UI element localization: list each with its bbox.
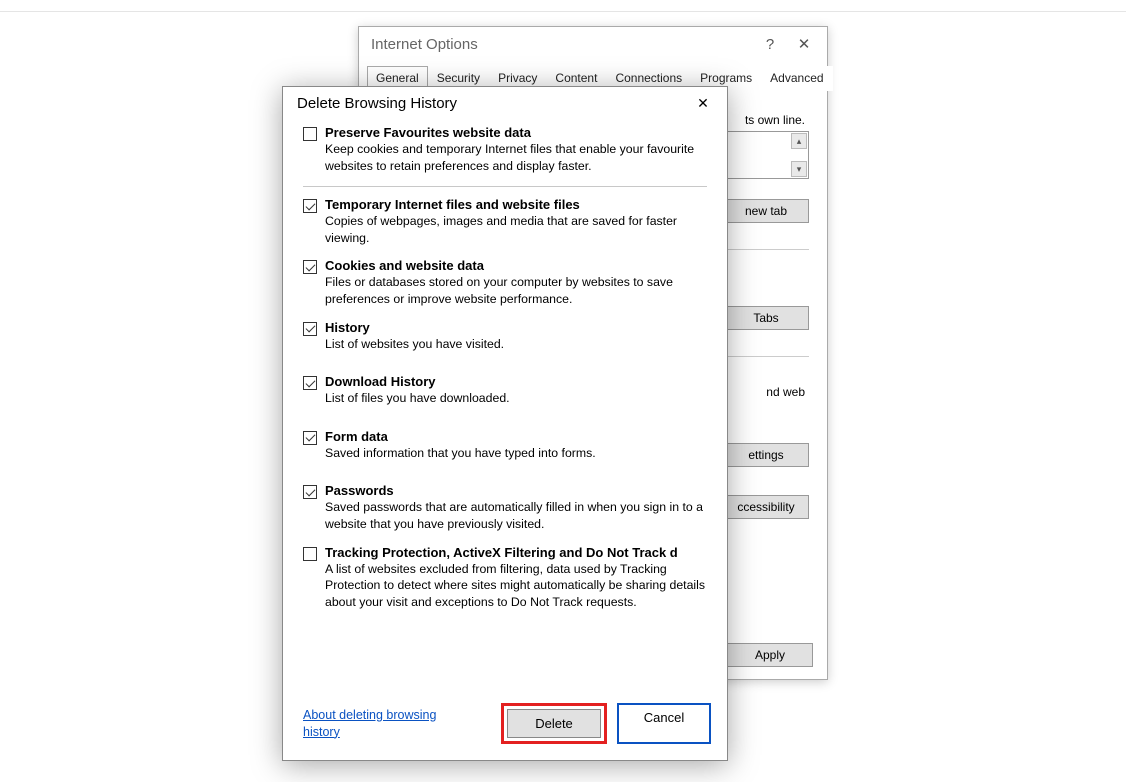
dbh-label: Preserve Favourites website data [325, 125, 707, 140]
checkbox-cookies[interactable] [303, 260, 317, 274]
cancel-button[interactable]: Cancel [617, 703, 711, 744]
checkbox-temp-files[interactable] [303, 199, 317, 213]
divider [303, 186, 707, 187]
checkbox-download-history[interactable] [303, 376, 317, 390]
about-deleting-link[interactable]: About deleting browsing history [303, 707, 463, 741]
dbh-label: Form data [325, 429, 596, 444]
scroll-up-icon[interactable]: ▴ [791, 133, 807, 149]
dbh-item-temp-files: Temporary Internet files and website fil… [303, 197, 707, 246]
dbh-titlebar[interactable]: Delete Browsing History ✕ [283, 87, 727, 119]
dbh-footer: About deleting browsing history Delete C… [283, 695, 727, 760]
checkbox-tracking-protection[interactable] [303, 547, 317, 561]
dbh-item-tracking-protection: Tracking Protection, ActiveX Filtering a… [303, 545, 707, 611]
dbh-desc: List of websites you have visited. [325, 336, 504, 353]
dbh-label: Passwords [325, 483, 707, 498]
dbh-item-cookies: Cookies and website data Files or databa… [303, 258, 707, 307]
io-titlebar[interactable]: Internet Options ? ✕ [359, 27, 827, 61]
delete-button[interactable]: Delete [507, 709, 601, 738]
dbh-desc: Copies of webpages, images and media tha… [325, 213, 707, 246]
delete-highlight: Delete [501, 703, 607, 744]
io-bottom-buttons: Apply [727, 643, 813, 667]
checkbox-form-data[interactable] [303, 431, 317, 445]
dbh-item-preserve-favourites: Preserve Favourites website data Keep co… [303, 125, 707, 174]
io-apply-button[interactable]: Apply [727, 643, 813, 667]
delete-browsing-history-dialog: Delete Browsing History ✕ Preserve Favou… [282, 86, 728, 761]
dbh-body: Preserve Favourites website data Keep co… [283, 119, 727, 695]
dbh-label: Temporary Internet files and website fil… [325, 197, 707, 212]
checkbox-preserve-favourites[interactable] [303, 127, 317, 141]
dbh-desc: Saved passwords that are automatically f… [325, 499, 707, 532]
io-newtab-button[interactable]: new tab [723, 199, 809, 223]
dbh-item-history: History List of websites you have visite… [303, 320, 707, 353]
help-icon[interactable]: ? [753, 31, 787, 57]
dbh-label: Tracking Protection, ActiveX Filtering a… [325, 545, 707, 560]
dbh-desc: A list of websites excluded from filteri… [325, 561, 707, 611]
io-accessibility-button[interactable]: ccessibility [723, 495, 809, 519]
dbh-label: Download History [325, 374, 510, 389]
dbh-label: Cookies and website data [325, 258, 707, 273]
dbh-item-passwords: Passwords Saved passwords that are autom… [303, 483, 707, 532]
close-icon[interactable]: ✕ [787, 31, 821, 57]
scroll-down-icon[interactable]: ▾ [791, 161, 807, 177]
checkbox-history[interactable] [303, 322, 317, 336]
dbh-item-form-data: Form data Saved information that you hav… [303, 429, 707, 462]
dbh-desc: Saved information that you have typed in… [325, 445, 596, 462]
checkbox-passwords[interactable] [303, 485, 317, 499]
close-icon[interactable]: ✕ [687, 89, 719, 117]
io-settings-button[interactable]: ettings [723, 443, 809, 467]
io-title: Internet Options [371, 36, 753, 53]
tab-advanced[interactable]: Advanced [761, 66, 832, 91]
dbh-label: History [325, 320, 504, 335]
dbh-title: Delete Browsing History [297, 95, 687, 112]
io-tabs-button[interactable]: Tabs [723, 306, 809, 330]
dbh-desc: Keep cookies and temporary Internet file… [325, 141, 707, 174]
page-divider [0, 11, 1126, 12]
dbh-desc: List of files you have downloaded. [325, 390, 510, 407]
dbh-item-download-history: Download History List of files you have … [303, 374, 707, 407]
dbh-desc: Files or databases stored on your comput… [325, 274, 707, 307]
